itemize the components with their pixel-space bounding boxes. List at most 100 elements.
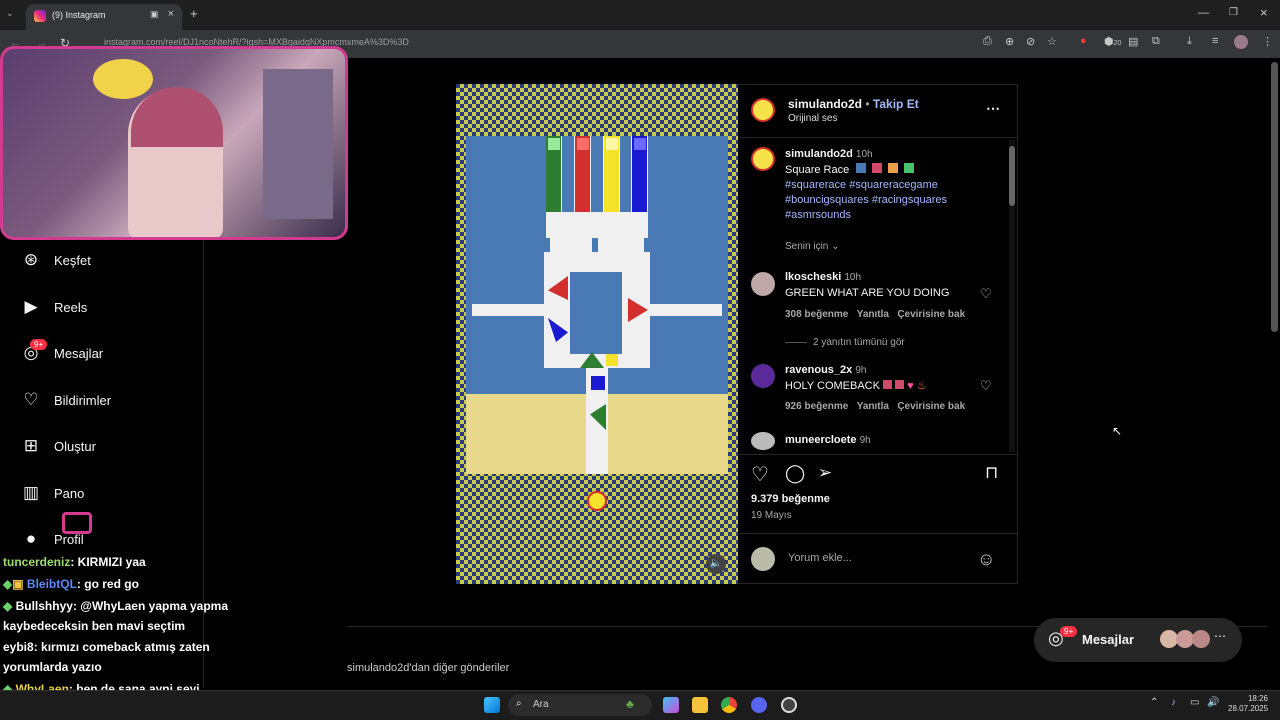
- browser-tab[interactable]: (9) Instagram ▣ ×: [26, 4, 182, 30]
- comments-scrollbar[interactable]: [1009, 140, 1015, 452]
- comment-input[interactable]: Yorum ekle...: [788, 552, 852, 564]
- translate-button[interactable]: Çevirisine bak: [897, 401, 965, 412]
- search-highlight-icon: ♣: [626, 697, 634, 711]
- tray-expand-icon[interactable]: ⌃: [1150, 697, 1158, 708]
- windows-start-icon[interactable]: [484, 697, 500, 713]
- comment-avatar[interactable]: [751, 272, 775, 296]
- caption-username[interactable]: simulando2d: [785, 148, 853, 160]
- more-options-icon[interactable]: ⋯: [986, 100, 1000, 117]
- tab-title: (9) Instagram: [52, 10, 106, 20]
- sidebar-item-reels[interactable]: ▶ Reels: [18, 292, 198, 322]
- post-username[interactable]: simulando2d: [788, 97, 862, 111]
- search-icon: ⌕: [516, 698, 522, 709]
- hashtags[interactable]: #squarerace #squareracegame #bouncigsqua…: [785, 178, 985, 223]
- emoji-icon[interactable]: ☺: [977, 549, 995, 570]
- post-author-avatar[interactable]: [751, 98, 775, 122]
- tab-media-icon[interactable]: ▣: [150, 9, 159, 20]
- likes-count[interactable]: 9.379 beğenme: [751, 493, 830, 505]
- page-scrollbar[interactable]: [1271, 62, 1278, 332]
- save-icon[interactable]: ⊓: [985, 463, 998, 483]
- sidebar-item-create[interactable]: ⊞ Oluştur: [18, 431, 198, 461]
- comment-header: lkoscheski 10h: [785, 271, 861, 283]
- bookmark-star-icon[interactable]: ☆: [1047, 35, 1057, 48]
- comments-divider: [738, 454, 1018, 455]
- comment-filter[interactable]: Senin için ⌄: [785, 241, 840, 252]
- menu-kebab-icon[interactable]: ⋮: [1262, 35, 1273, 48]
- chat-text: : kırmızı comeback atmış zaten yorumlard…: [3, 640, 210, 674]
- comment-like-icon[interactable]: ♡: [980, 286, 992, 302]
- sidebar-item-explore[interactable]: ⊛ Keşfet: [18, 245, 198, 275]
- comment-username[interactable]: muneercloete: [785, 434, 857, 446]
- share-icon[interactable]: ➢: [818, 463, 832, 483]
- taskbar-clock[interactable]: 18:26 28.07.2025: [1228, 694, 1268, 714]
- audio-label[interactable]: Orijinal ses: [788, 113, 837, 124]
- zoom-icon[interactable]: ⊕: [1005, 35, 1014, 48]
- follow-button[interactable]: Takip Et: [873, 97, 919, 111]
- red-square: [577, 138, 589, 150]
- comment-likes[interactable]: 308 beğenme: [785, 309, 848, 320]
- chat-logo-icon: [62, 512, 92, 534]
- extension-badge-icon[interactable]: ⬢20: [1104, 35, 1121, 48]
- volume-icon[interactable]: 🔊: [1207, 697, 1219, 708]
- scroll-thumb[interactable]: [1009, 146, 1015, 206]
- chat-user: Bullshhyy: [15, 599, 73, 613]
- comment-username[interactable]: lkoscheski: [785, 271, 841, 283]
- taskbar-search[interactable]: ⌕ Ara ♣: [508, 694, 652, 716]
- comment-time: 9h: [859, 435, 871, 446]
- extension-red-icon[interactable]: ●: [1080, 35, 1087, 47]
- replies-line: [785, 342, 807, 343]
- sidebar-item-label: Oluştur: [54, 438, 96, 454]
- comment-likes[interactable]: 926 beğenme: [785, 401, 848, 412]
- right-arm: [650, 304, 722, 316]
- reply-button[interactable]: Yanıtla: [857, 309, 889, 320]
- profile-avatar[interactable]: [1234, 35, 1248, 49]
- sidebar-item-profile[interactable]: ● Profil: [18, 524, 198, 554]
- chevron-down-icon: ⌄: [831, 241, 840, 252]
- left-arm: [472, 304, 544, 316]
- mute-icon[interactable]: 🔈: [706, 554, 726, 574]
- chrome-icon[interactable]: [721, 697, 737, 713]
- file-explorer-icon[interactable]: [692, 697, 708, 713]
- sidebar-item-messages[interactable]: ◎ 9+ Mesajlar: [18, 338, 198, 368]
- extensions-puzzle-icon[interactable]: ⧉: [1152, 35, 1160, 48]
- caption-avatar[interactable]: [751, 147, 775, 171]
- translate-button[interactable]: Çevirisine bak: [897, 309, 965, 320]
- install-icon[interactable]: ⎙: [983, 35, 992, 48]
- download-icon[interactable]: ⤓: [1187, 35, 1192, 48]
- more-posts-heading[interactable]: simulando2d'dan diğer gönderiler: [347, 662, 509, 674]
- comment-avatar[interactable]: [751, 364, 775, 388]
- tab-close-icon[interactable]: ×: [168, 8, 174, 20]
- messages-floating-button[interactable]: ◎ 9+ Mesajlar ⋯: [1034, 618, 1242, 662]
- comment-like-icon[interactable]: ♡: [980, 378, 992, 394]
- new-tab-icon[interactable]: +: [190, 6, 198, 21]
- comment-actions: 926 beğenme Yanıtla Çevirisine bak: [785, 401, 965, 412]
- tracking-icon[interactable]: ⊘: [1026, 35, 1035, 48]
- chat-user: eybi8: [3, 640, 34, 654]
- comment-username[interactable]: ravenous_2x: [785, 364, 852, 376]
- minimize-icon[interactable]: —: [1198, 7, 1209, 19]
- heart-icon: ♡: [23, 390, 39, 409]
- comment-icon[interactable]: ◯: [785, 463, 805, 484]
- comment-text-row: HOLY COMEBACK ♥ ♨: [785, 379, 927, 392]
- extension-badge: 20: [1113, 40, 1122, 47]
- discord-icon[interactable]: [751, 697, 767, 713]
- copilot-icon[interactable]: [663, 697, 679, 713]
- sidebar-item-dashboard[interactable]: ▥ Pano: [18, 478, 198, 508]
- maximize-icon[interactable]: ❐: [1229, 7, 1238, 18]
- sidebar-item-notifications[interactable]: ♡ Bildirimler: [18, 385, 198, 415]
- orange-square-emoji: [888, 163, 899, 173]
- blue-square: [634, 138, 646, 150]
- microphone-icon[interactable]: ♪: [1171, 697, 1176, 708]
- app-icon[interactable]: [781, 697, 797, 713]
- sidebar-item-label: Keşfet: [54, 252, 91, 268]
- window-close-icon[interactable]: ×: [1260, 5, 1268, 20]
- like-icon[interactable]: ♡: [751, 462, 769, 487]
- extension-icon[interactable]: ▤: [1128, 35, 1138, 48]
- tab-list-icon[interactable]: ⌄: [6, 8, 14, 19]
- reading-list-icon[interactable]: ≡: [1212, 35, 1218, 47]
- red-square-emoji: [872, 163, 883, 173]
- comment-avatar[interactable]: [751, 432, 775, 450]
- network-icon[interactable]: ▭: [1190, 697, 1199, 708]
- reply-button[interactable]: Yanıtla: [857, 401, 889, 412]
- view-replies-button[interactable]: 2 yanıtın tümünü gör: [813, 337, 905, 348]
